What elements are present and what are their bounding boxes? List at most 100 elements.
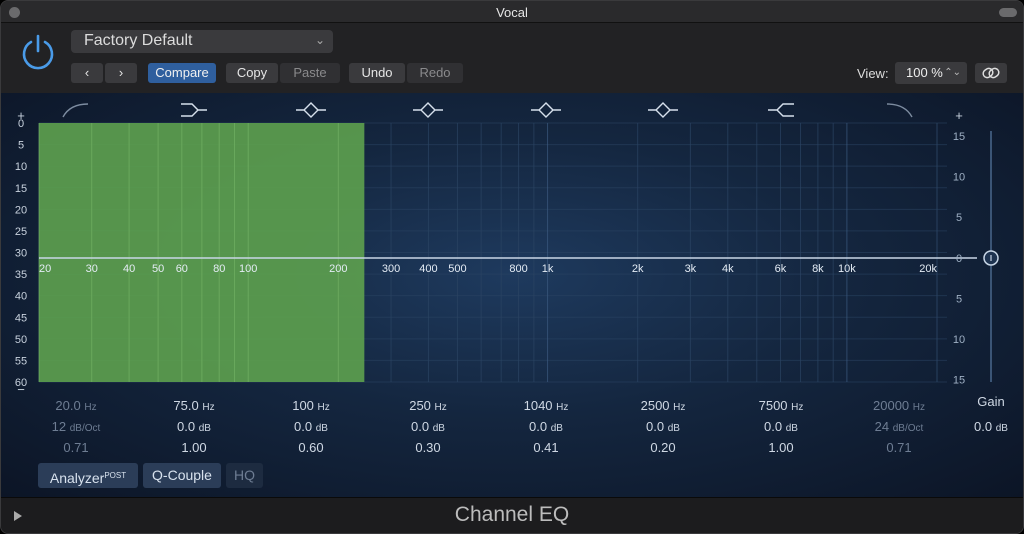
- view-zoom-menu[interactable]: 100 % ⌃⌄: [895, 62, 967, 84]
- high-shelf-icon[interactable]: [768, 103, 794, 117]
- left-scale-minus: −: [17, 382, 25, 397]
- left-scale-tick: 40: [15, 291, 27, 303]
- peak-icon[interactable]: [648, 102, 678, 118]
- band-gain[interactable]: 0.0 dB: [726, 419, 836, 434]
- chevron-left-icon: ‹: [84, 65, 90, 80]
- band-gain-unit: dB/Oct: [69, 423, 101, 434]
- left-scale-tick: 50: [15, 334, 27, 346]
- band-gain-value: 0.0: [529, 419, 551, 434]
- view-zoom-value: 100 %: [906, 65, 943, 80]
- band-frequency[interactable]: 20.0 Hz: [21, 398, 131, 413]
- left-scale-tick: 15: [15, 183, 27, 195]
- band-q-value: 0.60: [298, 440, 324, 455]
- eq-graph[interactable]: 20 30 40 50 60 80 100 200 300 400 500 800 1k 2k 3k 4k 6k…: [1, 93, 1023, 497]
- left-scale-tick: 35: [15, 269, 27, 281]
- analyzer-button[interactable]: AnalyzerPOST: [38, 463, 138, 488]
- hq-button[interactable]: HQ: [226, 463, 263, 488]
- plugin-footer: Channel EQ: [1, 497, 1023, 533]
- band-gain-unit: dB: [432, 423, 445, 434]
- band-q-value: 0.30: [415, 440, 441, 455]
- plugin-window: Vocal Factory Default ⌄ ‹ › Compare Copy…: [0, 0, 1024, 534]
- band-gain[interactable]: 0.0 dB: [608, 419, 718, 434]
- band-frequency-value: 7500: [758, 398, 792, 413]
- low-cut-icon[interactable]: [62, 103, 89, 118]
- undo-button[interactable]: Undo: [349, 63, 405, 83]
- band-frequency-unit: Hz: [673, 402, 686, 413]
- band-q[interactable]: 0.71: [844, 440, 954, 455]
- band-q[interactable]: 0.20: [608, 440, 718, 455]
- band-q[interactable]: 0.30: [373, 440, 483, 455]
- band-frequency-unit: Hz: [202, 402, 215, 413]
- band-gain-value: 0.0: [411, 419, 433, 434]
- q-couple-button[interactable]: Q-Couple: [143, 463, 221, 488]
- band-frequency-value: 20.0: [55, 398, 85, 413]
- peak-icon[interactable]: [413, 102, 443, 118]
- band-frequency-value: 20000: [873, 398, 913, 413]
- gain-value[interactable]: 0.0 dB: [961, 419, 1021, 434]
- high-cut-icon[interactable]: [886, 103, 913, 118]
- band-q[interactable]: 0.41: [491, 440, 601, 455]
- band-frequency[interactable]: 100 Hz: [256, 398, 366, 413]
- band-gain-unit: dB: [198, 423, 211, 434]
- band-gain-value: 12: [51, 419, 70, 434]
- band-gain[interactable]: 0.0 dB: [256, 419, 366, 434]
- band-q[interactable]: 1.00: [139, 440, 249, 455]
- right-scale-tick: 10: [953, 172, 965, 184]
- band-gain[interactable]: 12 dB/Oct: [21, 419, 131, 434]
- band-frequency[interactable]: 75.0 Hz: [139, 398, 249, 413]
- plugin-header: Factory Default ⌄ ‹ › Compare Copy Paste…: [1, 23, 1023, 93]
- band-gain-unit: dB: [550, 423, 563, 434]
- chevron-down-icon: ⌄: [314, 33, 325, 47]
- band-gain-unit: dB/Oct: [892, 423, 924, 434]
- band-frequency[interactable]: 20000 Hz: [844, 398, 954, 413]
- band-gain[interactable]: 0.0 dB: [139, 419, 249, 434]
- paste-button[interactable]: Paste: [280, 63, 340, 83]
- peak-icon[interactable]: [296, 102, 326, 118]
- low-shelf-icon[interactable]: [181, 103, 207, 117]
- window-zoom-button[interactable]: [999, 8, 1017, 17]
- copy-button[interactable]: Copy: [226, 63, 278, 83]
- freq-label: 10k: [838, 263, 856, 275]
- analyzer-mode: POST: [104, 471, 127, 480]
- redo-button[interactable]: Redo: [407, 63, 463, 83]
- band-gain-value: 0.0: [294, 419, 316, 434]
- link-button[interactable]: [975, 63, 1007, 83]
- band-frequency[interactable]: 250 Hz: [373, 398, 483, 413]
- band-gain-unit: dB: [785, 423, 798, 434]
- freq-label: 50: [152, 263, 164, 275]
- band-frequency-value: 100: [292, 398, 318, 413]
- freq-label: 80: [213, 263, 225, 275]
- band-frequency[interactable]: 1040 Hz: [491, 398, 601, 413]
- band-gain[interactable]: 0.0 dB: [491, 419, 601, 434]
- freq-label: 200: [329, 263, 347, 275]
- freq-label: 500: [448, 263, 466, 275]
- band-frequency[interactable]: 2500 Hz: [608, 398, 718, 413]
- compare-button[interactable]: Compare: [148, 63, 216, 83]
- band-frequency-value: 250: [409, 398, 435, 413]
- band-frequency[interactable]: 7500 Hz: [726, 398, 836, 413]
- power-icon[interactable]: [19, 33, 57, 71]
- previous-preset-button[interactable]: ‹: [71, 63, 103, 83]
- freq-label: 1k: [542, 263, 554, 275]
- band-q-value: 0.71: [63, 440, 89, 455]
- band-gain-unit: dB: [667, 423, 680, 434]
- preset-menu[interactable]: Factory Default ⌄: [71, 30, 333, 53]
- freq-label: 3k: [685, 263, 697, 275]
- band-gain[interactable]: 0.0 dB: [373, 419, 483, 434]
- freq-label: 100: [239, 263, 257, 275]
- band-gain[interactable]: 24 dB/Oct: [844, 419, 954, 434]
- left-scale-tick: 55: [15, 355, 27, 367]
- band-frequency-unit: Hz: [912, 402, 925, 413]
- band-q[interactable]: 1.00: [726, 440, 836, 455]
- next-preset-button[interactable]: ›: [105, 63, 137, 83]
- band-q[interactable]: 0.71: [21, 440, 131, 455]
- chevron-right-icon: ›: [118, 65, 124, 80]
- band-frequency-unit: Hz: [791, 402, 804, 413]
- band-q-value: 0.41: [533, 440, 559, 455]
- eq-panel: 20 30 40 50 60 80 100 200 300 400 500 800 1k 2k 3k 4k 6k…: [1, 93, 1023, 497]
- peak-icon[interactable]: [531, 102, 561, 118]
- band-q[interactable]: 0.60: [256, 440, 366, 455]
- preset-name: Factory Default: [84, 32, 193, 49]
- window-title: Vocal: [496, 5, 528, 20]
- left-scale-tick: 30: [15, 248, 27, 260]
